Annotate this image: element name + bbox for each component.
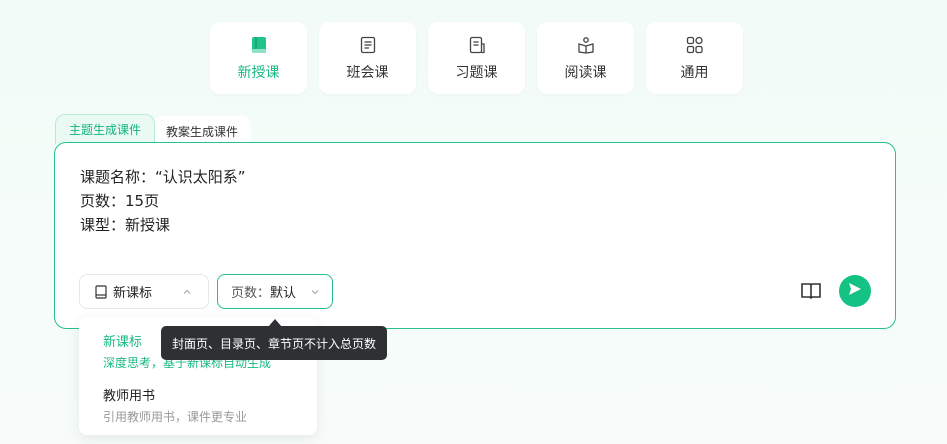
document-icon [357,34,379,56]
book-icon [94,284,108,299]
dropdown-option-teacher-book[interactable]: 教师用书 引用教师用书，课件更专业 [103,385,247,425]
prompt-line: 课题名称：“认识太阳系” [80,168,246,186]
pages-tooltip: 封面页、目录页、章节页不计入总页数 [161,326,388,360]
prompt-input[interactable]: 课题名称：“认识太阳系” 页数：15页 课型：新授课 [80,165,246,237]
curriculum-select-value: 新课标 [113,286,153,301]
course-type-reading[interactable]: 阅读课 [537,22,634,94]
course-type-label: 阅读课 [564,65,607,81]
send-button[interactable] [839,275,871,307]
chevron-down-icon [310,286,320,301]
send-icon [847,281,863,301]
course-type-label: 班会课 [346,65,389,81]
prompt-line: 页数：15页 [80,192,160,210]
course-type-label: 习题课 [455,65,498,81]
option-desc: 引用教师用书，课件更专业 [103,410,248,424]
chevron-up-icon [182,286,192,301]
option-title: 教师用书 [103,389,156,404]
course-type-general[interactable]: 通用 [646,22,743,94]
course-type-class-meeting[interactable]: 班会课 [319,22,416,94]
open-book-icon [575,34,597,56]
pages-select-value: 默认 [270,286,297,301]
course-type-bar: 新授课 班会课 习题课 阅读课 通用 [210,22,743,94]
tab-topic[interactable]: 主题生成课件 [55,114,155,144]
prompt-line: 课型：新授课 [80,216,171,234]
open-book-button[interactable] [799,279,823,303]
pages-select[interactable]: 页数： 默认 [217,274,333,309]
course-type-new-lesson[interactable]: 新授课 [210,22,307,94]
book-filled-icon [248,34,270,56]
grid-icon [684,34,706,56]
exercise-icon [466,34,488,56]
prompt-panel: 课题名称：“认识太阳系” 页数：15页 课型：新授课 新课标 页数： 默认 [54,142,896,329]
course-type-label: 通用 [680,65,709,81]
curriculum-select[interactable]: 新课标 [79,274,209,309]
course-type-label: 新授课 [237,65,280,81]
pages-select-label: 页数： [231,286,271,301]
course-type-exercise[interactable]: 习题课 [428,22,525,94]
